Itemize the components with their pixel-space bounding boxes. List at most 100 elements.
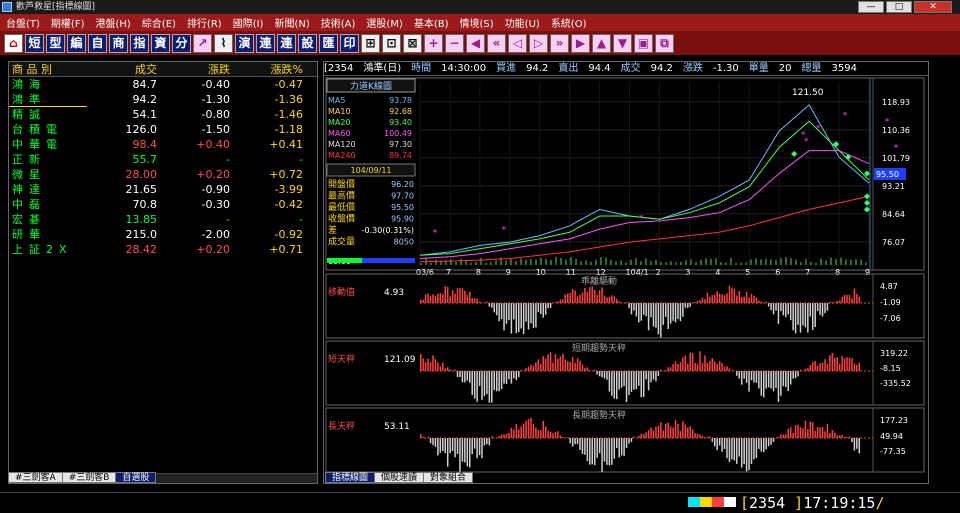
plus-button[interactable]: + <box>424 33 443 53</box>
chart-panel: [2354 鴻準(日) 時間 14:30:00 買進 94.2 賣出 94.4 … <box>323 61 929 484</box>
indicator-bar <box>444 286 446 303</box>
indicator-bar <box>694 302 696 303</box>
indicator-bar <box>807 303 809 333</box>
price-label: 110.36 <box>882 126 910 135</box>
rewind-button[interactable]: « <box>487 33 506 53</box>
toolbar-button-8[interactable]: 分 <box>172 33 191 53</box>
menu-item-2[interactable]: 港盤(H) <box>95 15 130 30</box>
table-row[interactable]: 上証2X 28.42 +0.20 +0.71 <box>9 242 317 257</box>
menu-item-0[interactable]: 台盤(T) <box>6 15 40 30</box>
left-tab-0[interactable]: #三劍客A <box>8 472 63 483</box>
indicator-bar <box>464 371 466 383</box>
header-change[interactable]: 漲跌 <box>160 62 233 76</box>
back-button[interactable]: ◁ <box>508 33 527 53</box>
header-name[interactable]: 商 品 別 <box>9 62 87 76</box>
lock-button[interactable]: ⊡ <box>382 33 401 53</box>
menu-item-11[interactable]: 功能(U) <box>505 15 540 30</box>
indicator-bar <box>611 438 613 465</box>
indicator-bar <box>723 366 726 371</box>
minimize-button[interactable]: — <box>858 1 884 13</box>
indicator-bar <box>498 371 500 392</box>
indicator-bar <box>770 371 772 389</box>
volume-mark <box>565 259 567 265</box>
next-button[interactable]: ▶ <box>571 33 590 53</box>
menu-item-5[interactable]: 國際(I) <box>233 15 264 30</box>
table-row[interactable]: 鴻準 94.2 -1.30 -1.36 <box>9 92 317 107</box>
menu-item-10[interactable]: 情境(S) <box>460 15 494 30</box>
toolbar-button-5[interactable]: 商 <box>109 33 128 53</box>
table-row[interactable]: 台積電 126.0 -1.50 -1.18 <box>9 122 317 137</box>
volume-mark <box>855 259 857 265</box>
left-tab-1[interactable]: #三劍客B <box>61 472 117 483</box>
table-row[interactable]: 神達 21.65 -0.90 -3.99 <box>9 182 317 197</box>
table-row[interactable]: 微星 28.00 +0.20 +0.72 <box>9 167 317 182</box>
toolbar-button-3[interactable]: 編 <box>67 33 86 53</box>
down-button[interactable]: ▼ <box>613 33 632 53</box>
minus-button[interactable]: − <box>445 33 464 53</box>
table-row[interactable]: 正新 55.7 - - <box>9 152 317 167</box>
menu-item-12[interactable]: 系統(O) <box>551 15 587 30</box>
chart-button[interactable]: ⌇ <box>214 33 233 53</box>
forward-button[interactable]: ▷ <box>529 33 548 53</box>
menu-item-6[interactable]: 新聞(N) <box>274 15 309 30</box>
close-button[interactable]: ✕ <box>914 1 952 13</box>
menu-item-7[interactable]: 技術(A) <box>321 15 356 30</box>
toolbar-button-7[interactable]: 資 <box>151 33 170 53</box>
right-tab-0[interactable]: 指標線圖 <box>325 472 376 483</box>
header-change-pct[interactable]: 漲跌% <box>233 62 306 76</box>
toolbar-button-11[interactable]: 演 <box>235 33 254 53</box>
indicator-bar <box>616 371 618 400</box>
star-marker: * <box>639 214 644 224</box>
menu-item-4[interactable]: 排行(R) <box>187 15 222 30</box>
ma-line-ma20 <box>419 120 870 256</box>
indicator-bar <box>603 295 606 303</box>
toolbar-button-16[interactable]: 印 <box>340 33 359 53</box>
trend-button[interactable]: ↗ <box>193 33 212 53</box>
window-controls: — □ ✕ <box>858 1 952 13</box>
indicator-bar <box>611 371 613 396</box>
indicator-bar <box>640 303 642 321</box>
header-price[interactable]: 成交 <box>87 62 160 76</box>
toolbar-button-14[interactable]: 設 <box>298 33 317 53</box>
legend-ma-name: MA60 <box>328 129 351 138</box>
table-row[interactable]: 鴻海 84.7 -0.40 -0.47 <box>9 77 317 92</box>
table-row[interactable]: 中磊 70.8 -0.30 -0.42 <box>9 197 317 212</box>
toolbar-button-12[interactable]: 連 <box>256 33 275 53</box>
copy-button[interactable]: ⧉ <box>655 33 674 53</box>
toolbar-button-6[interactable]: 指 <box>130 33 149 53</box>
window-button[interactable]: ⊠ <box>403 33 422 53</box>
toolbar-button-13[interactable]: 連 <box>277 33 296 53</box>
indicator-bar <box>608 438 611 466</box>
table-row[interactable]: 研華 215.0 -2.00 -0.92 <box>9 227 317 242</box>
menu-item-1[interactable]: 期權(F) <box>51 15 85 30</box>
indicator-bar <box>635 371 638 390</box>
indicator-bar <box>601 438 603 472</box>
box-button[interactable]: ▣ <box>634 33 653 53</box>
indicator-bar <box>777 303 780 324</box>
toolbar-button-2[interactable]: 型 <box>46 33 65 53</box>
indicator-bar <box>618 438 620 458</box>
left-tab-2[interactable]: 自選股 <box>115 472 157 483</box>
indicator-bar <box>633 303 635 311</box>
fast-forward-button[interactable]: » <box>550 33 569 53</box>
home-button[interactable]: ⌂ <box>4 33 23 53</box>
chart-area[interactable]: * ******** 118.93110.36101.7993.2184.6476… <box>324 77 928 484</box>
toolbar-button-15[interactable]: 匯 <box>319 33 338 53</box>
legend-ma-value: 100.49 <box>384 129 412 138</box>
prev-button[interactable]: ◀ <box>466 33 485 53</box>
indicator-bar <box>576 358 579 371</box>
toolbar-button-1[interactable]: 短 <box>25 33 44 53</box>
quote-header: [2354 鴻準(日) 時間 14:30:00 買進 94.2 賣出 94.4 … <box>324 62 928 76</box>
right-tab-2[interactable]: 對象組合 <box>423 472 474 483</box>
table-row[interactable]: 宏碁 13.85 - - <box>9 212 317 227</box>
toolbar-button-4[interactable]: 自 <box>88 33 107 53</box>
table-row[interactable]: 中華電 98.4 +0.40 +0.41 <box>9 137 317 152</box>
right-tab-1[interactable]: 個股速讀 <box>374 472 425 483</box>
table-row[interactable]: 精誠 54.1 -0.80 -1.46 <box>9 107 317 122</box>
grid-button[interactable]: ⊞ <box>361 33 380 53</box>
maximize-button[interactable]: □ <box>886 1 912 13</box>
menu-item-3[interactable]: 綜合(E) <box>142 15 176 30</box>
menu-item-9[interactable]: 基本(B) <box>414 15 449 30</box>
menu-item-8[interactable]: 選股(M) <box>366 15 402 30</box>
up-button[interactable]: ▲ <box>592 33 611 53</box>
